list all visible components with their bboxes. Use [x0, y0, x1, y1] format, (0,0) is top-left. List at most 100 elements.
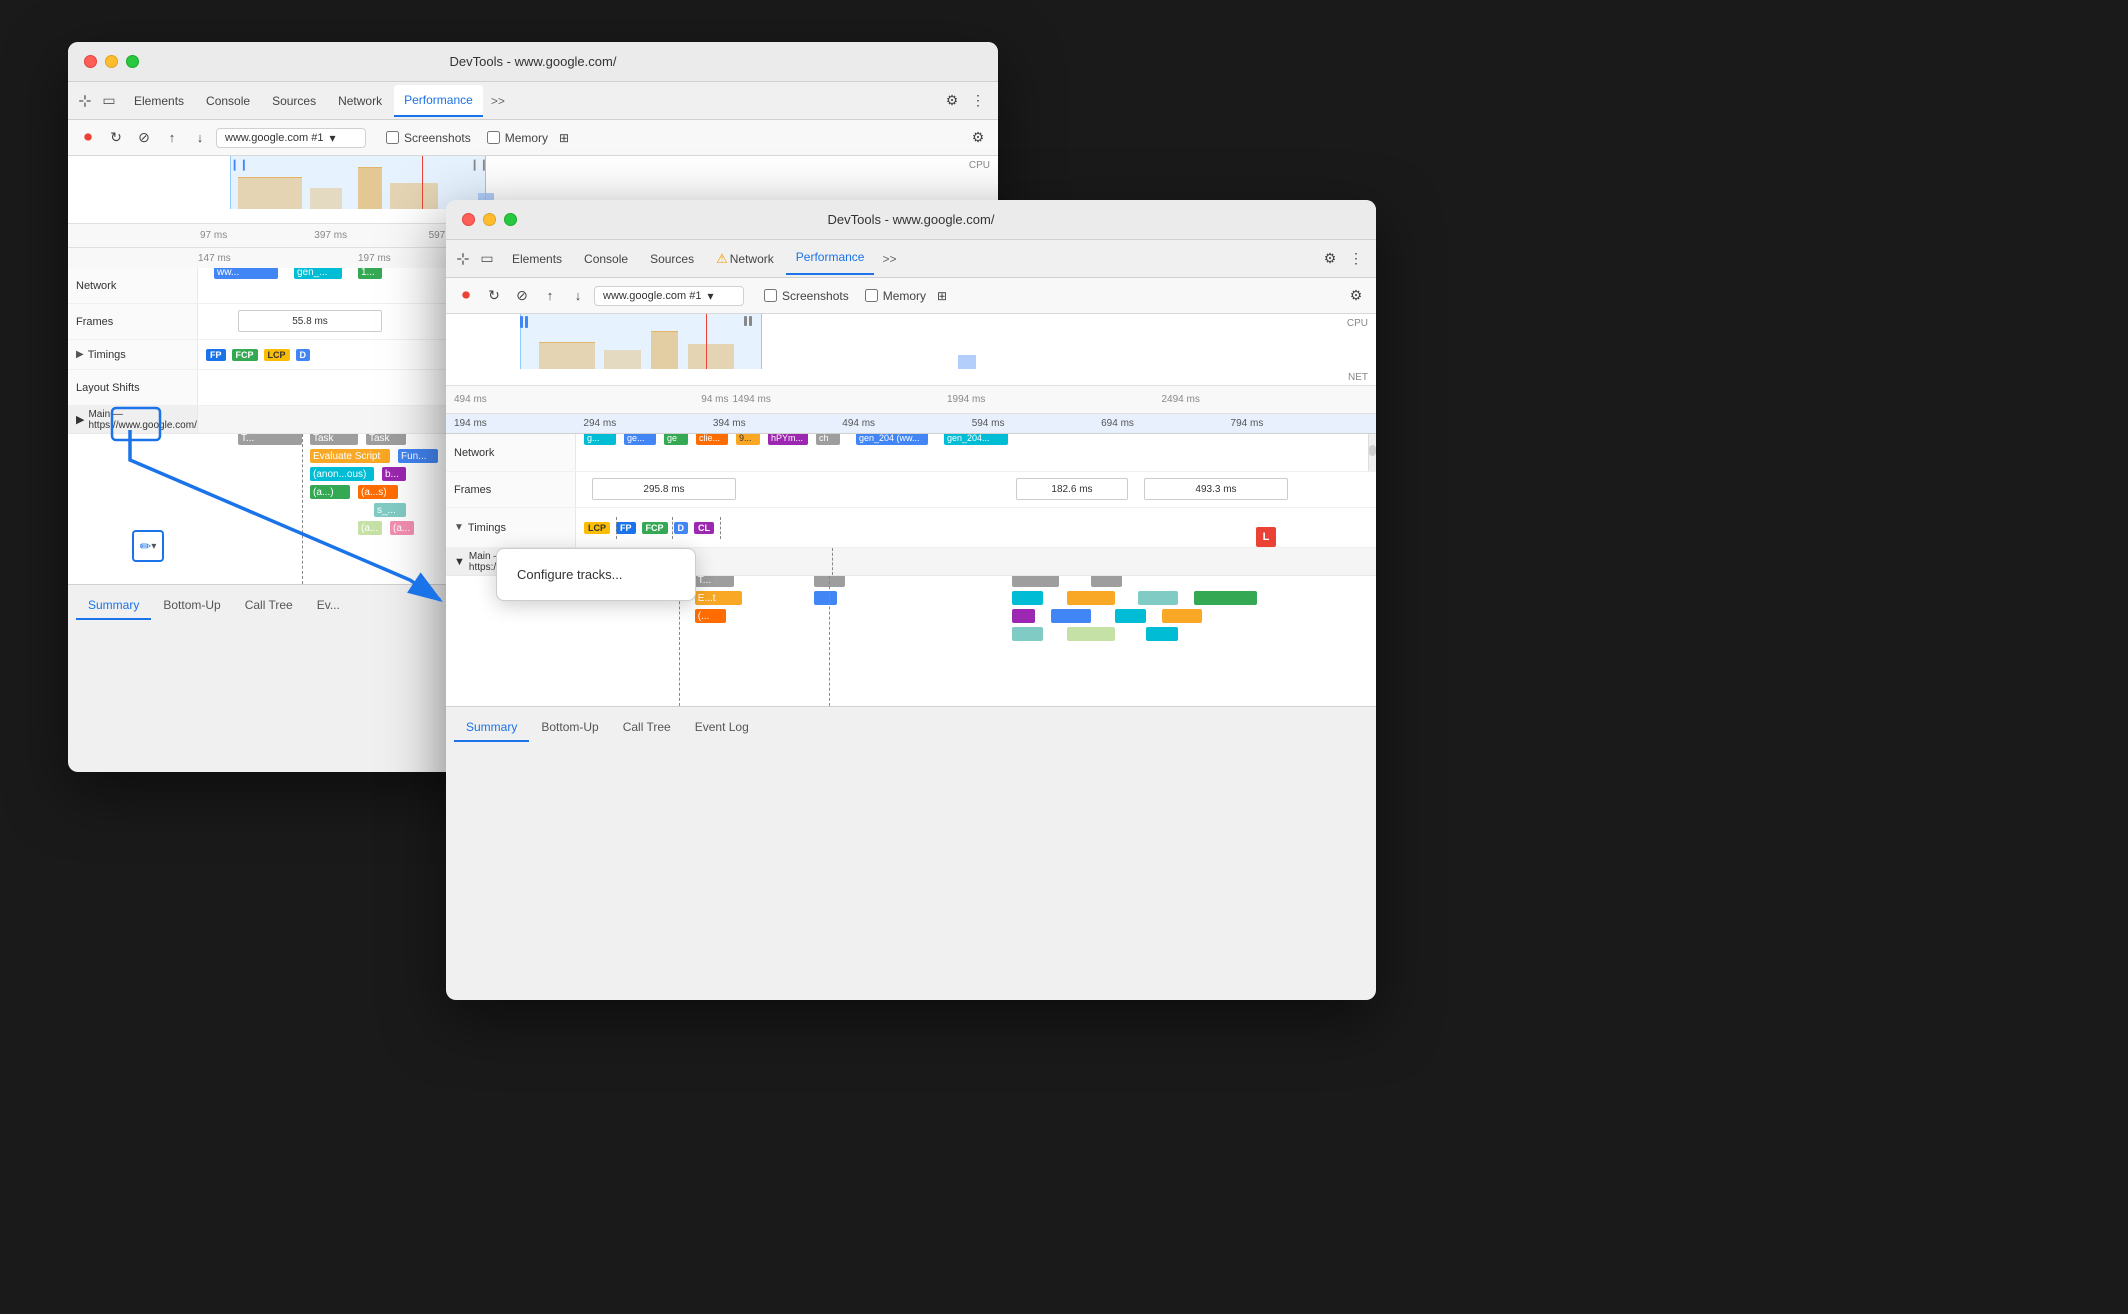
clear-btn-fg[interactable]: ⊘ — [510, 284, 534, 308]
net-seg-gen: gen_... — [294, 268, 342, 279]
frame-v3: 493.3 ms — [1144, 478, 1288, 500]
more-icon-bg[interactable]: ⋮ — [966, 89, 990, 113]
toolbar2-fg: ⏺ ↻ ⊘ ↑ ↓ www.google.com #1 ▾ Screenshot… — [446, 278, 1376, 314]
bottom-tabs-fg: Summary Bottom-Up Call Tree Event Log — [446, 706, 1376, 742]
main-lm — [1067, 627, 1115, 641]
tab-calltree-bg[interactable]: Call Tree — [233, 592, 305, 620]
tab-network-fg[interactable]: ⚠Network — [706, 243, 784, 275]
traffic-lights-bg[interactable] — [84, 55, 139, 68]
net-gen204-2: gen_204... — [944, 434, 1008, 445]
tab-performance-fg[interactable]: Performance — [786, 243, 875, 275]
traffic-lights-fg[interactable] — [462, 213, 517, 226]
upload-btn-bg[interactable]: ↑ — [160, 126, 184, 150]
badge-l-fg: L — [1256, 527, 1276, 547]
badge-d: D — [296, 349, 311, 361]
settings2-icon-fg[interactable]: ⚙ — [1344, 284, 1368, 308]
tab-summary-fg[interactable]: Summary — [454, 714, 529, 742]
tab-console-bg[interactable]: Console — [196, 85, 260, 117]
configure-tracks-popup: Configure tracks... — [496, 548, 696, 601]
tab-console-fg[interactable]: Console — [574, 243, 638, 275]
settings-icon-fg[interactable]: ⚙ — [1318, 247, 1342, 271]
ruler-sel-end: 94 ms — [514, 394, 733, 405]
minimize-button-bg[interactable] — [105, 55, 118, 68]
settings-icon-bg[interactable]: ⚙ — [940, 89, 964, 113]
download-btn-fg[interactable]: ↓ — [566, 284, 590, 308]
screenshots-checkbox-bg[interactable]: Screenshots — [386, 131, 471, 145]
tab-performance-bg[interactable]: Performance — [394, 85, 483, 117]
scrollbar-thumb[interactable] — [1369, 445, 1376, 456]
edit-pencil-btn[interactable]: ✏ ▾ — [132, 530, 164, 562]
more-icon-fg[interactable]: ⋮ — [1344, 247, 1368, 271]
main-yl2 — [1162, 609, 1202, 623]
close-button-fg[interactable] — [462, 213, 475, 226]
ruler-t3: 2494 ms — [1162, 394, 1377, 405]
task-t: T... — [238, 434, 302, 445]
tab-bottomup-bg[interactable]: Bottom-Up — [151, 592, 232, 620]
cpu-minimap-fg: CPU NET — [446, 314, 1376, 386]
reload-btn-bg[interactable]: ↻ — [104, 126, 128, 150]
track-network-label-bg: Network — [68, 268, 198, 303]
tab-eventlog-fg[interactable]: Event Log — [683, 714, 761, 742]
maximize-button-bg[interactable] — [126, 55, 139, 68]
main-tl3 — [1146, 627, 1178, 641]
capture-icon-fg[interactable]: ⊞ — [930, 284, 954, 308]
net-ge: ge... — [624, 434, 656, 445]
clear-btn-bg[interactable]: ⊘ — [132, 126, 156, 150]
tab-eventlog-bg[interactable]: Ev... — [305, 592, 352, 620]
ruler-tick-1: 397 ms — [312, 230, 426, 241]
net-clie: clie... — [696, 434, 728, 445]
track-scrollbar[interactable] — [1368, 434, 1376, 471]
settings2-icon-bg[interactable]: ⚙ — [966, 126, 990, 150]
tab-sources-bg[interactable]: Sources — [262, 85, 326, 117]
device-icon-fg[interactable]: ▭ — [478, 250, 496, 268]
badge-d-fg: D — [674, 522, 689, 534]
close-button-bg[interactable] — [84, 55, 97, 68]
url-selector-bg[interactable]: www.google.com #1 ▾ — [216, 128, 366, 148]
memory-checkbox-fg[interactable]: Memory — [865, 289, 926, 303]
tab-more-fg[interactable]: >> — [876, 243, 902, 275]
tab-elements-bg[interactable]: Elements — [124, 85, 194, 117]
toolbar2-bg: ⏺ ↻ ⊘ ↑ ↓ www.google.com #1 ▾ Screenshot… — [68, 120, 998, 156]
configure-tracks-item[interactable]: Configure tracks... — [497, 557, 695, 592]
warning-icon: ⚠ — [716, 251, 728, 267]
record-btn-fg[interactable]: ⏺ — [454, 284, 478, 308]
main-t: T... — [695, 576, 735, 587]
cursor-icon-fg[interactable]: ⊹ — [454, 250, 472, 268]
url-selector-fg[interactable]: www.google.com #1 ▾ — [594, 286, 744, 306]
tab-bottomup-fg[interactable]: Bottom-Up — [529, 714, 610, 742]
device-icon-bg[interactable]: ▭ — [100, 92, 118, 110]
timings-text-fg: Timings — [468, 522, 506, 534]
tab-elements-fg[interactable]: Elements — [502, 243, 572, 275]
zoom-tick-1: 294 ms — [583, 418, 712, 429]
capture-icon-bg[interactable]: ⊞ — [552, 126, 576, 150]
network-track-text-fg: Network — [454, 447, 494, 459]
tab-sources-fg[interactable]: Sources — [640, 243, 704, 275]
zoom-tick-4: 594 ms — [972, 418, 1101, 429]
minimize-button-fg[interactable] — [483, 213, 496, 226]
timings-label-bg: ▶ Timings — [68, 340, 198, 369]
zoom-tick-5: 694 ms — [1101, 418, 1230, 429]
main-et: E...t — [695, 591, 743, 605]
anon: (anon...ous) — [310, 467, 374, 481]
tab-more-bg[interactable]: >> — [485, 85, 511, 117]
cursor-icon-bg[interactable]: ⊹ — [76, 92, 94, 110]
tab-calltree-fg[interactable]: Call Tree — [611, 714, 683, 742]
net-hpym: hPYm... — [768, 434, 808, 445]
memory-checkbox-bg[interactable]: Memory — [487, 131, 548, 145]
main-t4 — [1091, 576, 1123, 587]
reload-btn-fg[interactable]: ↻ — [482, 284, 506, 308]
upload-btn-fg[interactable]: ↑ — [538, 284, 562, 308]
tab-network-bg[interactable]: Network — [328, 85, 392, 117]
tab-summary-bg[interactable]: Summary — [76, 592, 151, 620]
maximize-button-fg[interactable] — [504, 213, 517, 226]
badge-lcp: LCP — [264, 349, 290, 361]
frame-value: 55.8 ms — [238, 310, 382, 332]
ruler2-tick-0: 147 ms — [198, 253, 358, 264]
dropdown-arrow-fg: ▾ — [707, 289, 713, 303]
record-btn-bg[interactable]: ⏺ — [76, 126, 100, 150]
window-title-fg: DevTools - www.google.com/ — [828, 212, 995, 227]
screenshots-checkbox-fg[interactable]: Screenshots — [764, 289, 849, 303]
track-network-fg: Network g... ge... ge clie... 9... hPYm.… — [446, 434, 1376, 472]
ruler-tick-0: 97 ms — [198, 230, 312, 241]
download-btn-bg[interactable]: ↓ — [188, 126, 212, 150]
